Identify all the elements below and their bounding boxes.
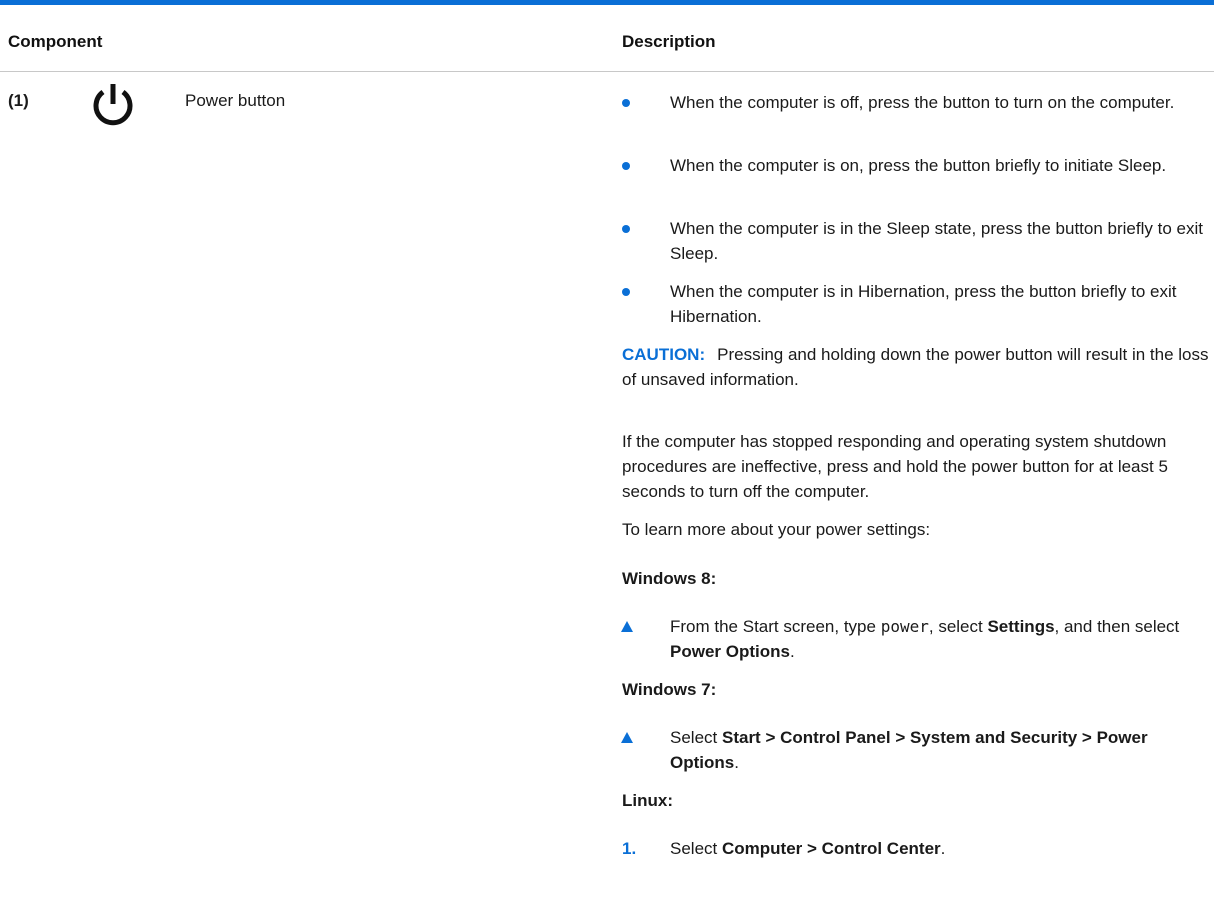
bullet-text: When the computer is in Hibernation, pre… [670, 282, 1177, 326]
caution-text: Pressing and holding down the power butt… [622, 345, 1209, 389]
paragraph-unresponsive: If the computer has stopped responding a… [622, 432, 1168, 501]
table-header: Component Description [0, 5, 1214, 72]
bullet-icon [622, 162, 630, 170]
step-number: 1. [622, 839, 637, 858]
header-description: Description [622, 32, 716, 51]
linux-heading: Linux: [622, 791, 673, 810]
caution-note: CAUTION: Pressing and holding down the po… [622, 342, 1212, 392]
windows8-step-text: From the Start screen, type power, selec… [670, 617, 1180, 661]
caution-label: CAUTION: [622, 345, 706, 364]
linux-step-text: Select Computer > Control Center. [670, 839, 946, 858]
bullet-text: When the computer is off, press the butt… [670, 93, 1175, 112]
header-component: Component [8, 32, 103, 51]
bullet-icon [622, 99, 630, 107]
component-number: (1) [8, 91, 29, 110]
triangle-icon [621, 732, 633, 743]
triangle-icon [621, 621, 633, 632]
windows8-heading: Windows 8: [622, 569, 717, 588]
bullet-icon [622, 288, 630, 296]
windows7-step-text: Select Start > Control Panel > System an… [670, 728, 1148, 772]
bullet-icon [622, 225, 630, 233]
bullet-text: When the computer is on, press the butto… [670, 156, 1167, 175]
bullet-text: When the computer is in the Sleep state,… [670, 219, 1203, 263]
component-name: Power button [185, 91, 286, 110]
paragraph-learn-more: To learn more about your power settings: [622, 520, 931, 539]
windows7-heading: Windows 7: [622, 680, 717, 699]
power-icon [93, 84, 133, 126]
